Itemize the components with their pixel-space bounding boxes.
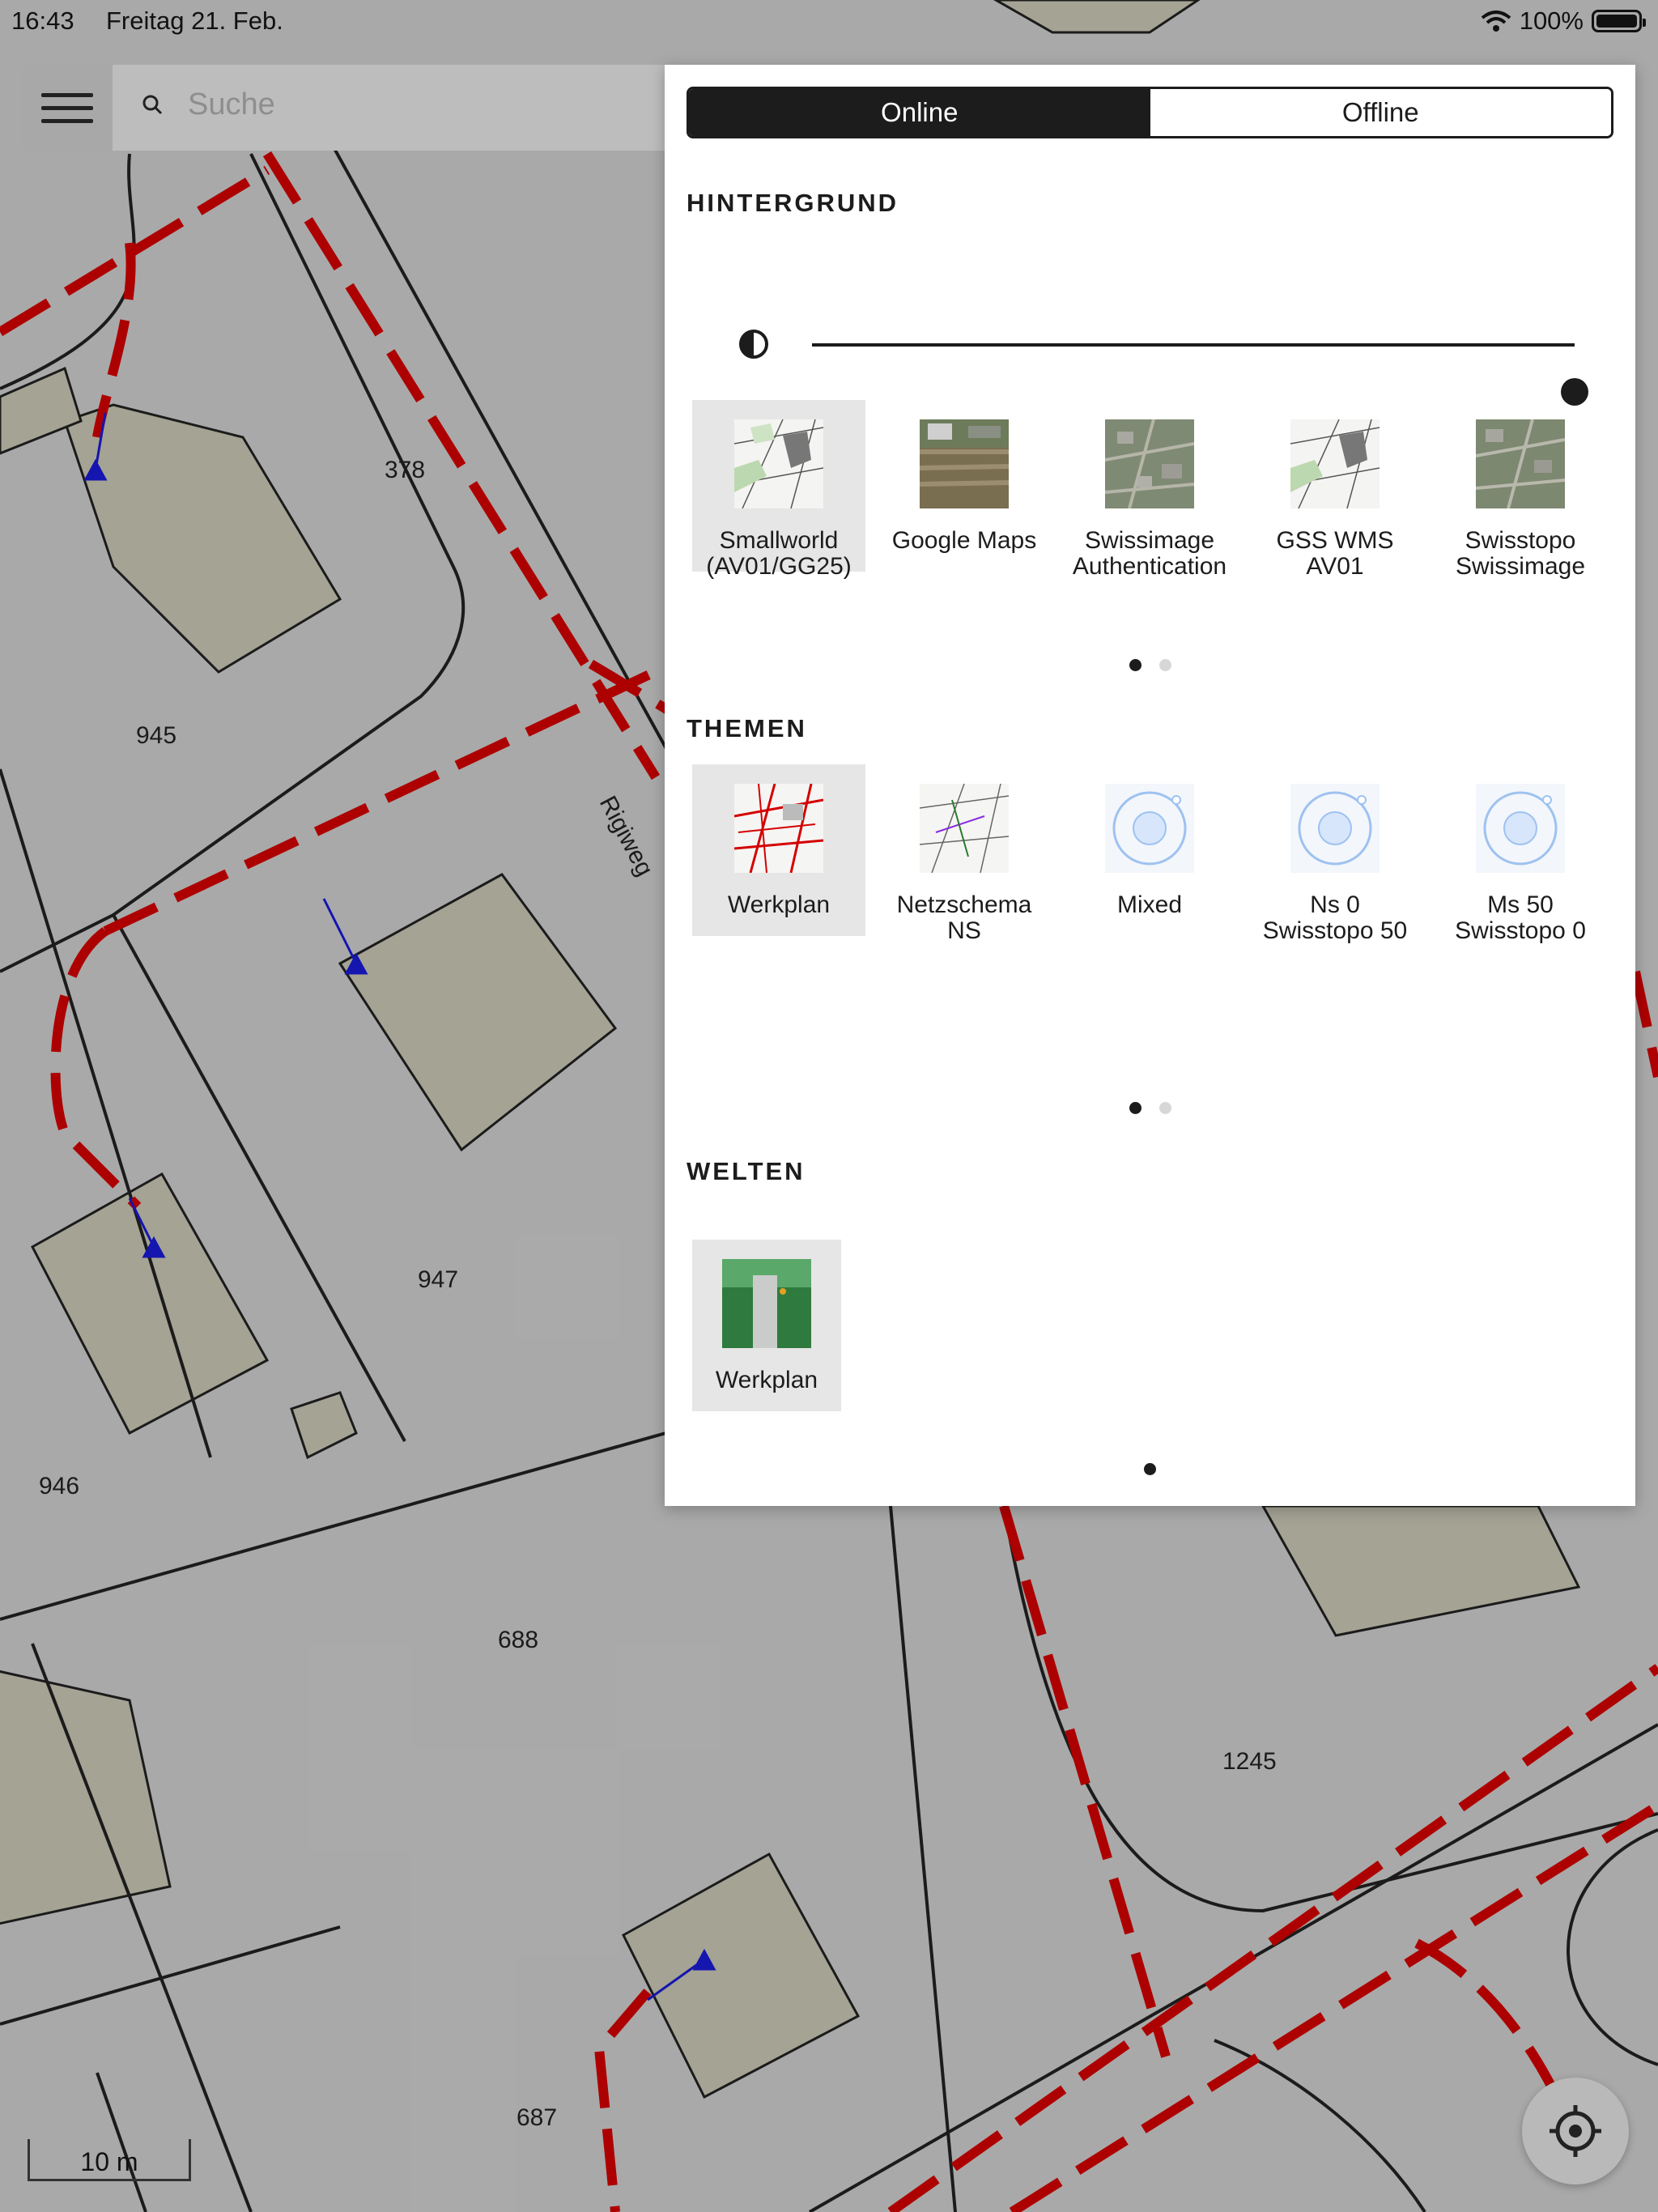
page-dot (1158, 659, 1171, 671)
background-page-indicator[interactable] (665, 659, 1635, 671)
background-tile-swisstopo-swissimage[interactable]: Swisstopo Swissimage (1434, 400, 1607, 580)
background-tile-google-maps[interactable]: Google Maps (878, 400, 1051, 572)
aerial-photo-thumbnail (1105, 419, 1194, 508)
tile-label: Google Maps (891, 528, 1037, 554)
search-input[interactable]: Suche (188, 87, 275, 122)
hamburger-icon (41, 92, 93, 97)
tile-label: Mixed (1116, 892, 1183, 918)
parcel-label: 378 (385, 457, 425, 483)
status-bar: 16:43 Freitag 21. Feb. 100% (0, 0, 1658, 44)
survey-map-thumbnail (1290, 419, 1380, 508)
section-title-background: HINTERGRUND (687, 189, 899, 217)
theme-tile-ns0-swisstopo50[interactable]: Ns 0 Swisstopo 50 (1248, 764, 1422, 944)
parcel-label: 946 (39, 1473, 79, 1499)
status-date: Freitag 21. Feb. (106, 6, 283, 35)
theme-tile-mixed[interactable]: Mixed (1063, 764, 1236, 936)
aerial-photo-thumbnail (920, 419, 1009, 508)
background-tiles: Smallworld (AV01/GG25) Google Maps Swiss… (692, 400, 1619, 580)
background-tile-smallworld[interactable]: Smallworld (AV01/GG25) (692, 400, 865, 580)
search-bar: Suche (22, 65, 686, 151)
world-tile-werkplan[interactable]: Werkplan (692, 1240, 841, 1411)
tile-label: Swissimage Authentication (1072, 528, 1227, 580)
themes-page-indicator[interactable] (665, 1102, 1635, 1114)
parcel-label: 687 (517, 2104, 557, 2131)
tab-online[interactable]: Online (689, 89, 1150, 136)
placeholder-globe-thumbnail (1476, 784, 1565, 873)
theme-tile-ms50-swisstopo0[interactable]: Ms 50 Swisstopo 0 (1434, 764, 1607, 944)
locate-button[interactable] (1522, 2078, 1629, 2184)
mode-segmented-control: Online Offline (687, 87, 1613, 138)
page-dot (1144, 1463, 1156, 1475)
tile-label: Werkplan (715, 1368, 818, 1393)
placeholder-globe-thumbnail (1290, 784, 1380, 873)
tile-label: Werkplan (727, 892, 831, 918)
locate-icon (1550, 2105, 1601, 2157)
page-dot (1158, 1102, 1171, 1114)
theme-tiles: Werkplan Netzschema NS Mixed Ns 0 Swisst… (692, 764, 1619, 944)
theme-tile-werkplan[interactable]: Werkplan (692, 764, 865, 936)
background-tile-gss-wms[interactable]: GSS WMS AV01 (1248, 400, 1422, 580)
placeholder-globe-thumbnail (1105, 784, 1194, 873)
theme-tile-netzschema[interactable]: Netzschema NS (878, 764, 1051, 944)
network-schema-thumbnail (920, 784, 1009, 873)
world-tiles: Werkplan (692, 1240, 853, 1411)
contrast-icon (739, 330, 768, 359)
tile-label: Smallworld (AV01/GG25) (706, 528, 852, 580)
wifi-icon (1481, 11, 1511, 32)
menu-button[interactable] (22, 65, 113, 151)
tab-offline[interactable]: Offline (1150, 89, 1611, 136)
page-dot (1129, 659, 1141, 671)
world-3d-thumbnail (722, 1259, 811, 1348)
status-time: 16:43 (11, 6, 74, 35)
tile-label: Netzschema NS (896, 892, 1032, 944)
opacity-slider-track[interactable] (812, 343, 1588, 406)
search-icon (142, 95, 163, 115)
parcel-label: 947 (418, 1266, 458, 1293)
aerial-photo-thumbnail (1476, 419, 1565, 508)
scale-bar: 10 m (28, 2139, 191, 2181)
parcel-label: 1245 (1222, 1748, 1277, 1775)
status-indicators: 100% (1481, 6, 1646, 36)
worlds-page-indicator[interactable] (665, 1463, 1635, 1475)
tile-label: Ns 0 Swisstopo 50 (1262, 892, 1408, 944)
battery-percent: 100% (1519, 6, 1584, 35)
tile-label: Ms 50 Swisstopo 0 (1455, 892, 1586, 944)
tile-label: GSS WMS AV01 (1276, 528, 1394, 580)
section-title-worlds: WELTEN (687, 1157, 806, 1185)
parcel-label: 945 (136, 722, 176, 749)
tile-label: Swisstopo Swissimage (1455, 528, 1586, 580)
background-tile-swissimage-auth[interactable]: Swissimage Authentication (1063, 400, 1236, 580)
layer-panel: Online Offline HINTERGRUND Smallworld (A… (665, 65, 1635, 1506)
parcel-label: 688 (498, 1627, 538, 1653)
page-dot (1129, 1102, 1141, 1114)
background-opacity-row (687, 296, 1613, 406)
survey-map-thumbnail (734, 419, 823, 508)
werkplan-thumbnail (734, 784, 823, 873)
battery-icon (1592, 10, 1646, 32)
section-title-themes: THEMEN (687, 714, 807, 742)
